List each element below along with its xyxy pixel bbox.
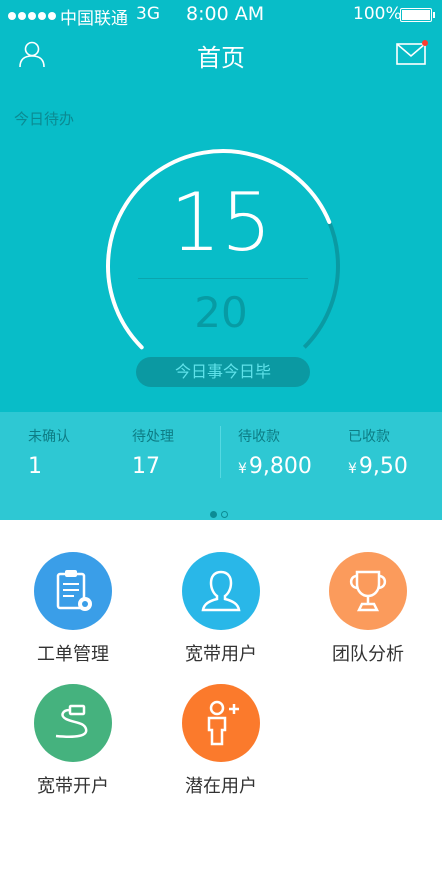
- clipboard-gear-icon: [34, 552, 112, 630]
- menu-label: 宽带用户: [185, 644, 257, 665]
- menu-potential-users[interactable]: 潜在用户: [156, 684, 286, 798]
- chevron-right-icon[interactable]: [175, 874, 189, 892]
- menu-label: 团队分析: [332, 644, 404, 665]
- stat-number: 17: [132, 454, 160, 479]
- menu-team-analysis[interactable]: 团队分析: [303, 552, 433, 666]
- today-todo-label: 今日待办: [14, 110, 75, 128]
- stat-label: 待处理: [132, 429, 174, 445]
- done-count: 15: [170, 176, 272, 269]
- person-bust-icon: [182, 552, 260, 630]
- page-dot[interactable]: [221, 511, 228, 518]
- stat-number: 9,800: [248, 454, 312, 479]
- page-indicator[interactable]: [210, 503, 232, 522]
- menu-broadband-users[interactable]: 宽带用户: [156, 552, 286, 666]
- stat-label: 未确认: [28, 429, 70, 445]
- battery-percent: 100%: [353, 4, 402, 24]
- status-bar: 中国联通 3G 8:00 AM 100%: [0, 0, 442, 30]
- menu-label: 宽带开户: [37, 776, 109, 797]
- slogan-badge: 今日事今日毕: [136, 357, 310, 387]
- stat-number: 9,50: [358, 454, 408, 479]
- carrier-name: 中国联通: [60, 9, 128, 29]
- currency-symbol: ¥: [348, 461, 357, 477]
- stat-value: ¥9,50: [348, 454, 408, 479]
- stat-number: 1: [28, 454, 42, 479]
- total-count: 20: [194, 288, 248, 337]
- stat-label: 已收款: [348, 429, 390, 445]
- stat-value: 17: [132, 454, 160, 479]
- stat-value: 1: [28, 454, 42, 479]
- menu-work-order[interactable]: 工单管理: [8, 552, 138, 666]
- signal-icon: [8, 6, 58, 26]
- count-divider: [138, 278, 308, 279]
- clock: 8:00 AM: [186, 3, 265, 25]
- menu-label: 潜在用户: [185, 776, 257, 797]
- stat-label: 待收款: [238, 429, 280, 445]
- page-title: 首页: [197, 44, 245, 72]
- cable-icon: [34, 684, 112, 762]
- menu-label: 工单管理: [37, 644, 109, 665]
- unread-dot: [422, 40, 428, 46]
- battery-icon: [400, 8, 435, 22]
- mail-icon[interactable]: [396, 40, 428, 66]
- person-add-icon: [182, 684, 260, 762]
- chevron-right-icon[interactable]: [70, 874, 84, 892]
- trophy-icon: [329, 552, 407, 630]
- page-dot-active[interactable]: [210, 511, 217, 518]
- dashboard-header: 中国联通 3G 8:00 AM 100% 首页 今日待办 15 20 今日事今日…: [0, 0, 442, 412]
- currency-symbol: ¥: [238, 461, 247, 477]
- menu-broadband-open[interactable]: 宽带开户: [8, 684, 138, 798]
- stat-value: ¥9,800: [238, 454, 312, 479]
- network-type: 3G: [136, 4, 160, 24]
- stats-divider: [220, 426, 221, 478]
